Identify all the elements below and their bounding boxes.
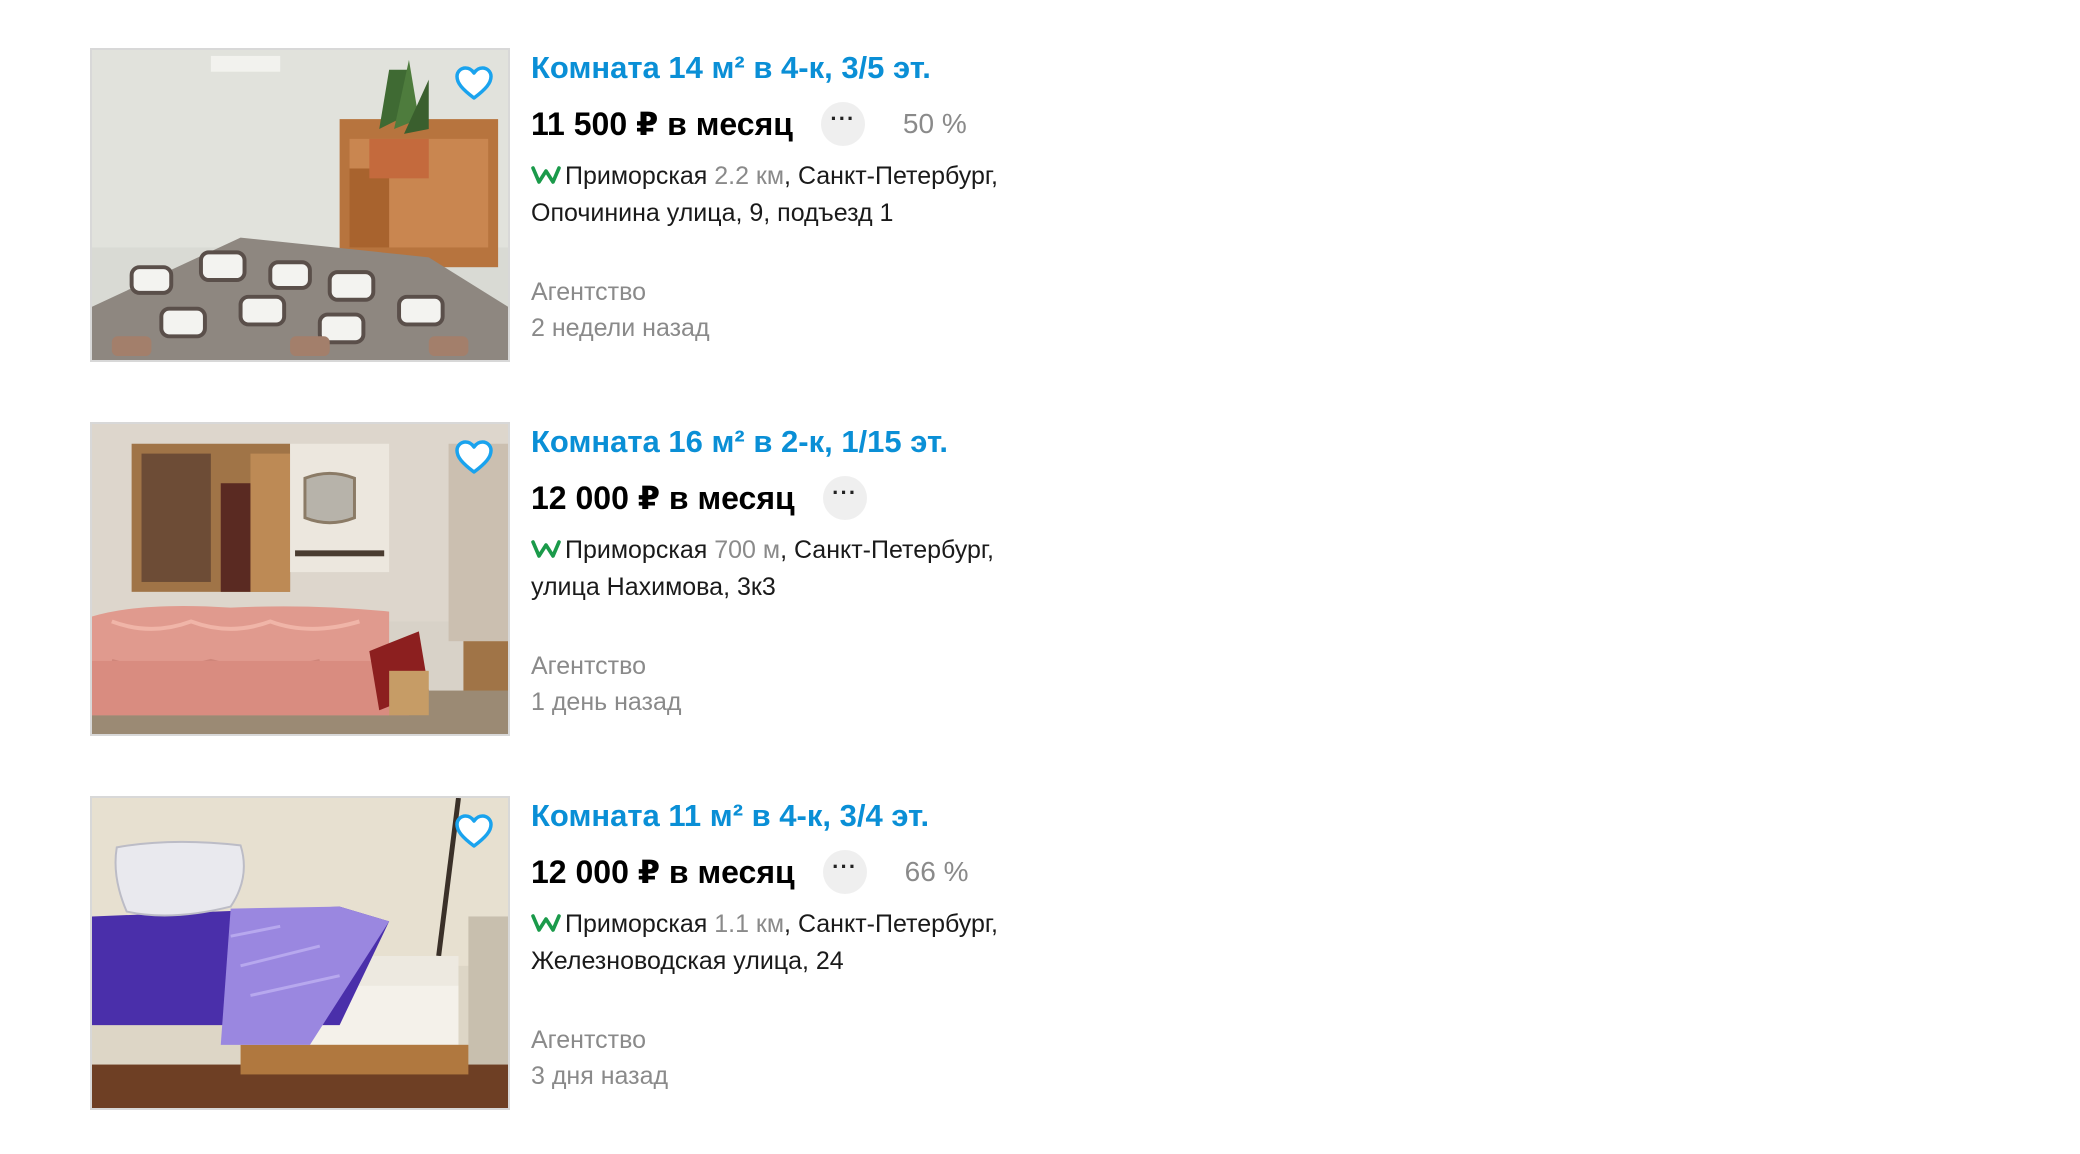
share-percent: 66 % (904, 856, 969, 887)
listing-price: 11 500 ₽ в месяц (531, 106, 793, 142)
more-dots-icon: ··· (830, 106, 856, 131)
favorite-button[interactable] (454, 64, 494, 104)
share-percent: 50 % (902, 108, 967, 139)
metro-distance: 2.2 км (714, 162, 785, 190)
metro-station: Приморская (565, 536, 708, 564)
posted-time: 2 недели назад (531, 314, 710, 342)
metro-icon (531, 164, 561, 186)
metro-icon (531, 538, 561, 560)
room-photo-image (92, 50, 508, 360)
listing-card: Комната 14 м² в 4-к, 3/5 эт. 11 500 ₽ в … (90, 48, 1090, 368)
address-line-1: , Санкт-Петербург, (784, 910, 998, 938)
seller-type: Агентство (531, 1026, 646, 1054)
room-photo-image (92, 424, 508, 734)
metro-icon (531, 912, 561, 934)
listing-card: Комната 16 м² в 2-к, 1/15 эт. 12 000 ₽ в… (90, 422, 1090, 742)
heart-icon (455, 66, 493, 100)
listing-price: 12 000 ₽ в месяц (531, 480, 795, 516)
listing-title-link[interactable]: Комната 11 м² в 4-к, 3/4 эт. (531, 798, 929, 834)
more-dots-icon: ··· (832, 480, 858, 505)
price-row: 12 000 ₽ в месяц ··· (531, 476, 905, 520)
more-options-button[interactable]: ··· (822, 850, 867, 894)
address-line-2: Железноводская улица, 24 (531, 947, 844, 975)
more-dots-icon: ··· (832, 854, 858, 879)
more-options-button[interactable]: ··· (820, 102, 865, 146)
favorite-button[interactable] (454, 812, 494, 852)
metro-distance: 700 м (714, 536, 781, 564)
listing-address: Приморская 1.1 км, Санкт-Петербург, Желе… (531, 906, 1091, 980)
listing-photo[interactable] (90, 48, 510, 362)
metro-station: Приморская (565, 162, 708, 190)
metro-distance: 1.1 км (714, 910, 785, 938)
posted-time: 3 дня назад (531, 1062, 669, 1090)
listing-photo[interactable] (90, 422, 510, 736)
seller-type: Агентство (531, 652, 646, 680)
address-line-2: улица Нахимова, 3к3 (531, 573, 776, 601)
listing-photo[interactable] (90, 796, 510, 1110)
address-line-1: , Санкт-Петербург, (784, 162, 998, 190)
room-photo-image (92, 798, 508, 1108)
price-row: 12 000 ₽ в месяц ··· 66 % (531, 850, 969, 894)
listing-address: Приморская 700 м, Санкт-Петербург, улица… (531, 532, 1091, 606)
listing-address: Приморская 2.2 км, Санкт-Петербург, Опоч… (531, 158, 1091, 232)
more-options-button[interactable]: ··· (822, 476, 867, 520)
price-row: 11 500 ₽ в месяц ··· 50 % (531, 102, 967, 146)
listing-title-link[interactable]: Комната 16 м² в 2-к, 1/15 эт. (531, 424, 948, 460)
address-line-1: , Санкт-Петербург, (780, 536, 994, 564)
seller-type: Агентство (531, 278, 646, 306)
address-line-2: Опочинина улица, 9, подъезд 1 (531, 199, 894, 227)
heart-icon (455, 814, 493, 848)
heart-icon (455, 440, 493, 474)
listing-title-link[interactable]: Комната 14 м² в 4-к, 3/5 эт. (531, 50, 931, 86)
posted-time: 1 день назад (531, 688, 682, 716)
favorite-button[interactable] (454, 438, 494, 478)
listing-card: Комната 11 м² в 4-к, 3/4 эт. 12 000 ₽ в … (90, 796, 1090, 1116)
listing-price: 12 000 ₽ в месяц (531, 854, 795, 890)
metro-station: Приморская (565, 910, 708, 938)
